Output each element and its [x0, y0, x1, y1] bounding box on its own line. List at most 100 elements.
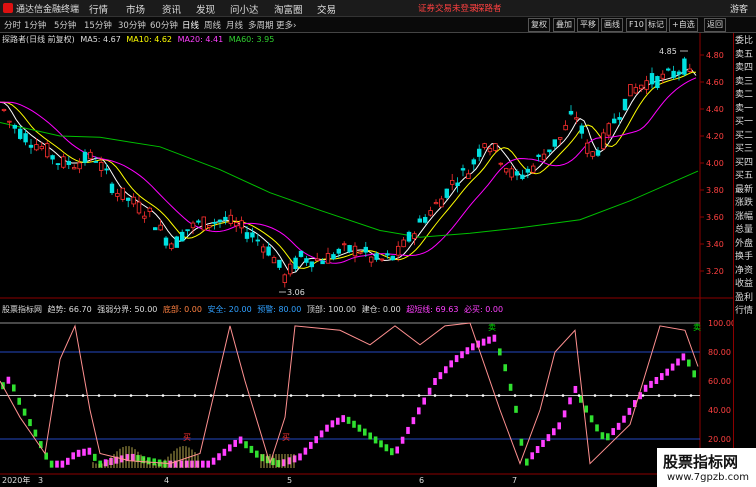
panel-label[interactable]: 买三 [735, 143, 756, 156]
candle-body [412, 233, 417, 239]
panel-label[interactable]: 卖一 [735, 103, 756, 116]
sell-marker: 卖 [693, 323, 701, 332]
panel-label[interactable]: 买四 [735, 157, 756, 170]
adjust-button[interactable]: 复权 [528, 18, 550, 32]
panel-label[interactable]: 涨跌 [735, 197, 756, 210]
guest-login[interactable]: 游客 [730, 2, 748, 15]
signal-markers: 买 买 卖 卖 [183, 323, 701, 442]
panel-label[interactable]: 买二 [735, 130, 756, 143]
period-daily[interactable]: 日线 [182, 19, 199, 31]
period-more[interactable]: 更多› [276, 19, 296, 31]
indicator-tick-label: 100.00 [708, 319, 733, 328]
candle-body [628, 84, 633, 97]
midline-dot [49, 394, 53, 397]
candle-body [655, 76, 660, 89]
midline-dot [65, 394, 69, 397]
candle-body [422, 216, 428, 223]
watermark-title: 股票指标网 [663, 453, 739, 471]
candle-body [17, 128, 23, 139]
menu-item-community[interactable]: 淘富圈 [274, 2, 303, 16]
indicator-bar [492, 334, 497, 342]
candle-body [169, 243, 174, 250]
menu-item-trade[interactable]: 交易 [317, 2, 336, 16]
mark-button[interactable]: 标记 [645, 18, 667, 32]
indicator-bar [184, 460, 189, 468]
candle-body [406, 231, 412, 242]
indicator-bar [33, 429, 38, 437]
chart-area[interactable]: 4.80 4.60 4.40 4.20 4.00 3.80 3.60 3.40 3.20 4.8… [0, 33, 733, 487]
panel-label[interactable]: 换手 [735, 251, 756, 264]
midline-dot [257, 394, 261, 397]
candle-body [39, 146, 44, 150]
period-1min[interactable]: 1分钟 [24, 19, 46, 31]
panel-label[interactable]: 买五 [735, 170, 756, 183]
indicator-bar [573, 385, 578, 393]
panel-label[interactable]: 盈利 [735, 292, 756, 305]
draw-button[interactable]: 画线 [601, 18, 623, 32]
candle-body [455, 182, 460, 187]
indicator-bar [390, 448, 394, 456]
f10-button[interactable]: F10 [626, 18, 647, 32]
add-watchlist-button[interactable]: +自选 [669, 18, 698, 32]
panel-label[interactable]: 总量 [735, 224, 756, 237]
month-label: 5 [287, 476, 292, 485]
menu-item-market[interactable]: 市场 [126, 2, 145, 16]
menu-item-quotes[interactable]: 行情 [89, 2, 108, 16]
indicator-bar [676, 358, 680, 366]
login-status[interactable]: 证券交易未登录 [418, 2, 478, 14]
indicator-bar [49, 460, 54, 468]
midline-dot [385, 394, 389, 397]
candle-body [541, 153, 547, 161]
candle-body [45, 143, 50, 158]
candle-body [568, 110, 574, 115]
period-weekly[interactable]: 周线 [204, 19, 221, 31]
panel-label[interactable]: 卖五 [735, 49, 756, 62]
candle-body [552, 139, 557, 147]
indicator-bar [616, 422, 621, 430]
indicator-bar [535, 446, 540, 454]
overlay-button[interactable]: 叠加 [553, 18, 575, 32]
period-more-label: 更多 [276, 21, 294, 31]
candle-body [201, 216, 206, 231]
period-30min[interactable]: 30分钟 [118, 19, 146, 31]
period-monthly[interactable]: 月线 [226, 19, 243, 31]
menu-item-news[interactable]: 资讯 [162, 2, 181, 16]
pan-button[interactable]: 平移 [577, 18, 599, 32]
panel-label[interactable]: 卖三 [735, 76, 756, 89]
menu-item-discover[interactable]: 发现 [196, 2, 215, 16]
panel-label[interactable]: 卖二 [735, 89, 756, 102]
candle-body [212, 221, 217, 224]
candle-body [595, 150, 601, 156]
candle-body [104, 168, 109, 171]
period-multi[interactable]: 多周期 [248, 19, 274, 31]
indicator-bar [341, 415, 345, 423]
indicator-bar [238, 436, 243, 444]
midline-dot [241, 394, 245, 397]
price-tick-label: 4.20 [706, 132, 724, 141]
candle-body [644, 80, 649, 90]
panel-label[interactable]: 涨幅 [735, 211, 756, 224]
panel-label[interactable]: 净资 [735, 265, 756, 278]
menu-item-ask[interactable]: 问小达 [230, 2, 259, 16]
period-tick[interactable]: 分时 [4, 19, 21, 31]
back-button[interactable]: 返回 [704, 18, 726, 32]
panel-label[interactable]: 最新 [735, 184, 756, 197]
period-5min[interactable]: 5分钟 [54, 19, 76, 31]
period-15min[interactable]: 15分钟 [84, 19, 112, 31]
panel-label[interactable]: 买一 [735, 116, 756, 129]
panel-label[interactable]: 委比 [735, 35, 756, 48]
candle-body [277, 259, 282, 268]
panel-label[interactable]: 卖四 [735, 62, 756, 75]
candle-body [579, 125, 584, 134]
indicator-bar [541, 439, 545, 447]
period-60min[interactable]: 60分钟 [150, 19, 178, 31]
indicator-bar [379, 440, 383, 448]
candle-body [82, 151, 88, 163]
panel-label[interactable]: 行情 [735, 305, 756, 318]
midline-dot [337, 394, 341, 397]
indicator-bar [427, 387, 432, 395]
panel-label[interactable]: 收益 [735, 278, 756, 291]
panel-label[interactable]: 外盘 [735, 238, 756, 251]
midline-dot [417, 394, 421, 397]
candle-body [190, 222, 196, 229]
